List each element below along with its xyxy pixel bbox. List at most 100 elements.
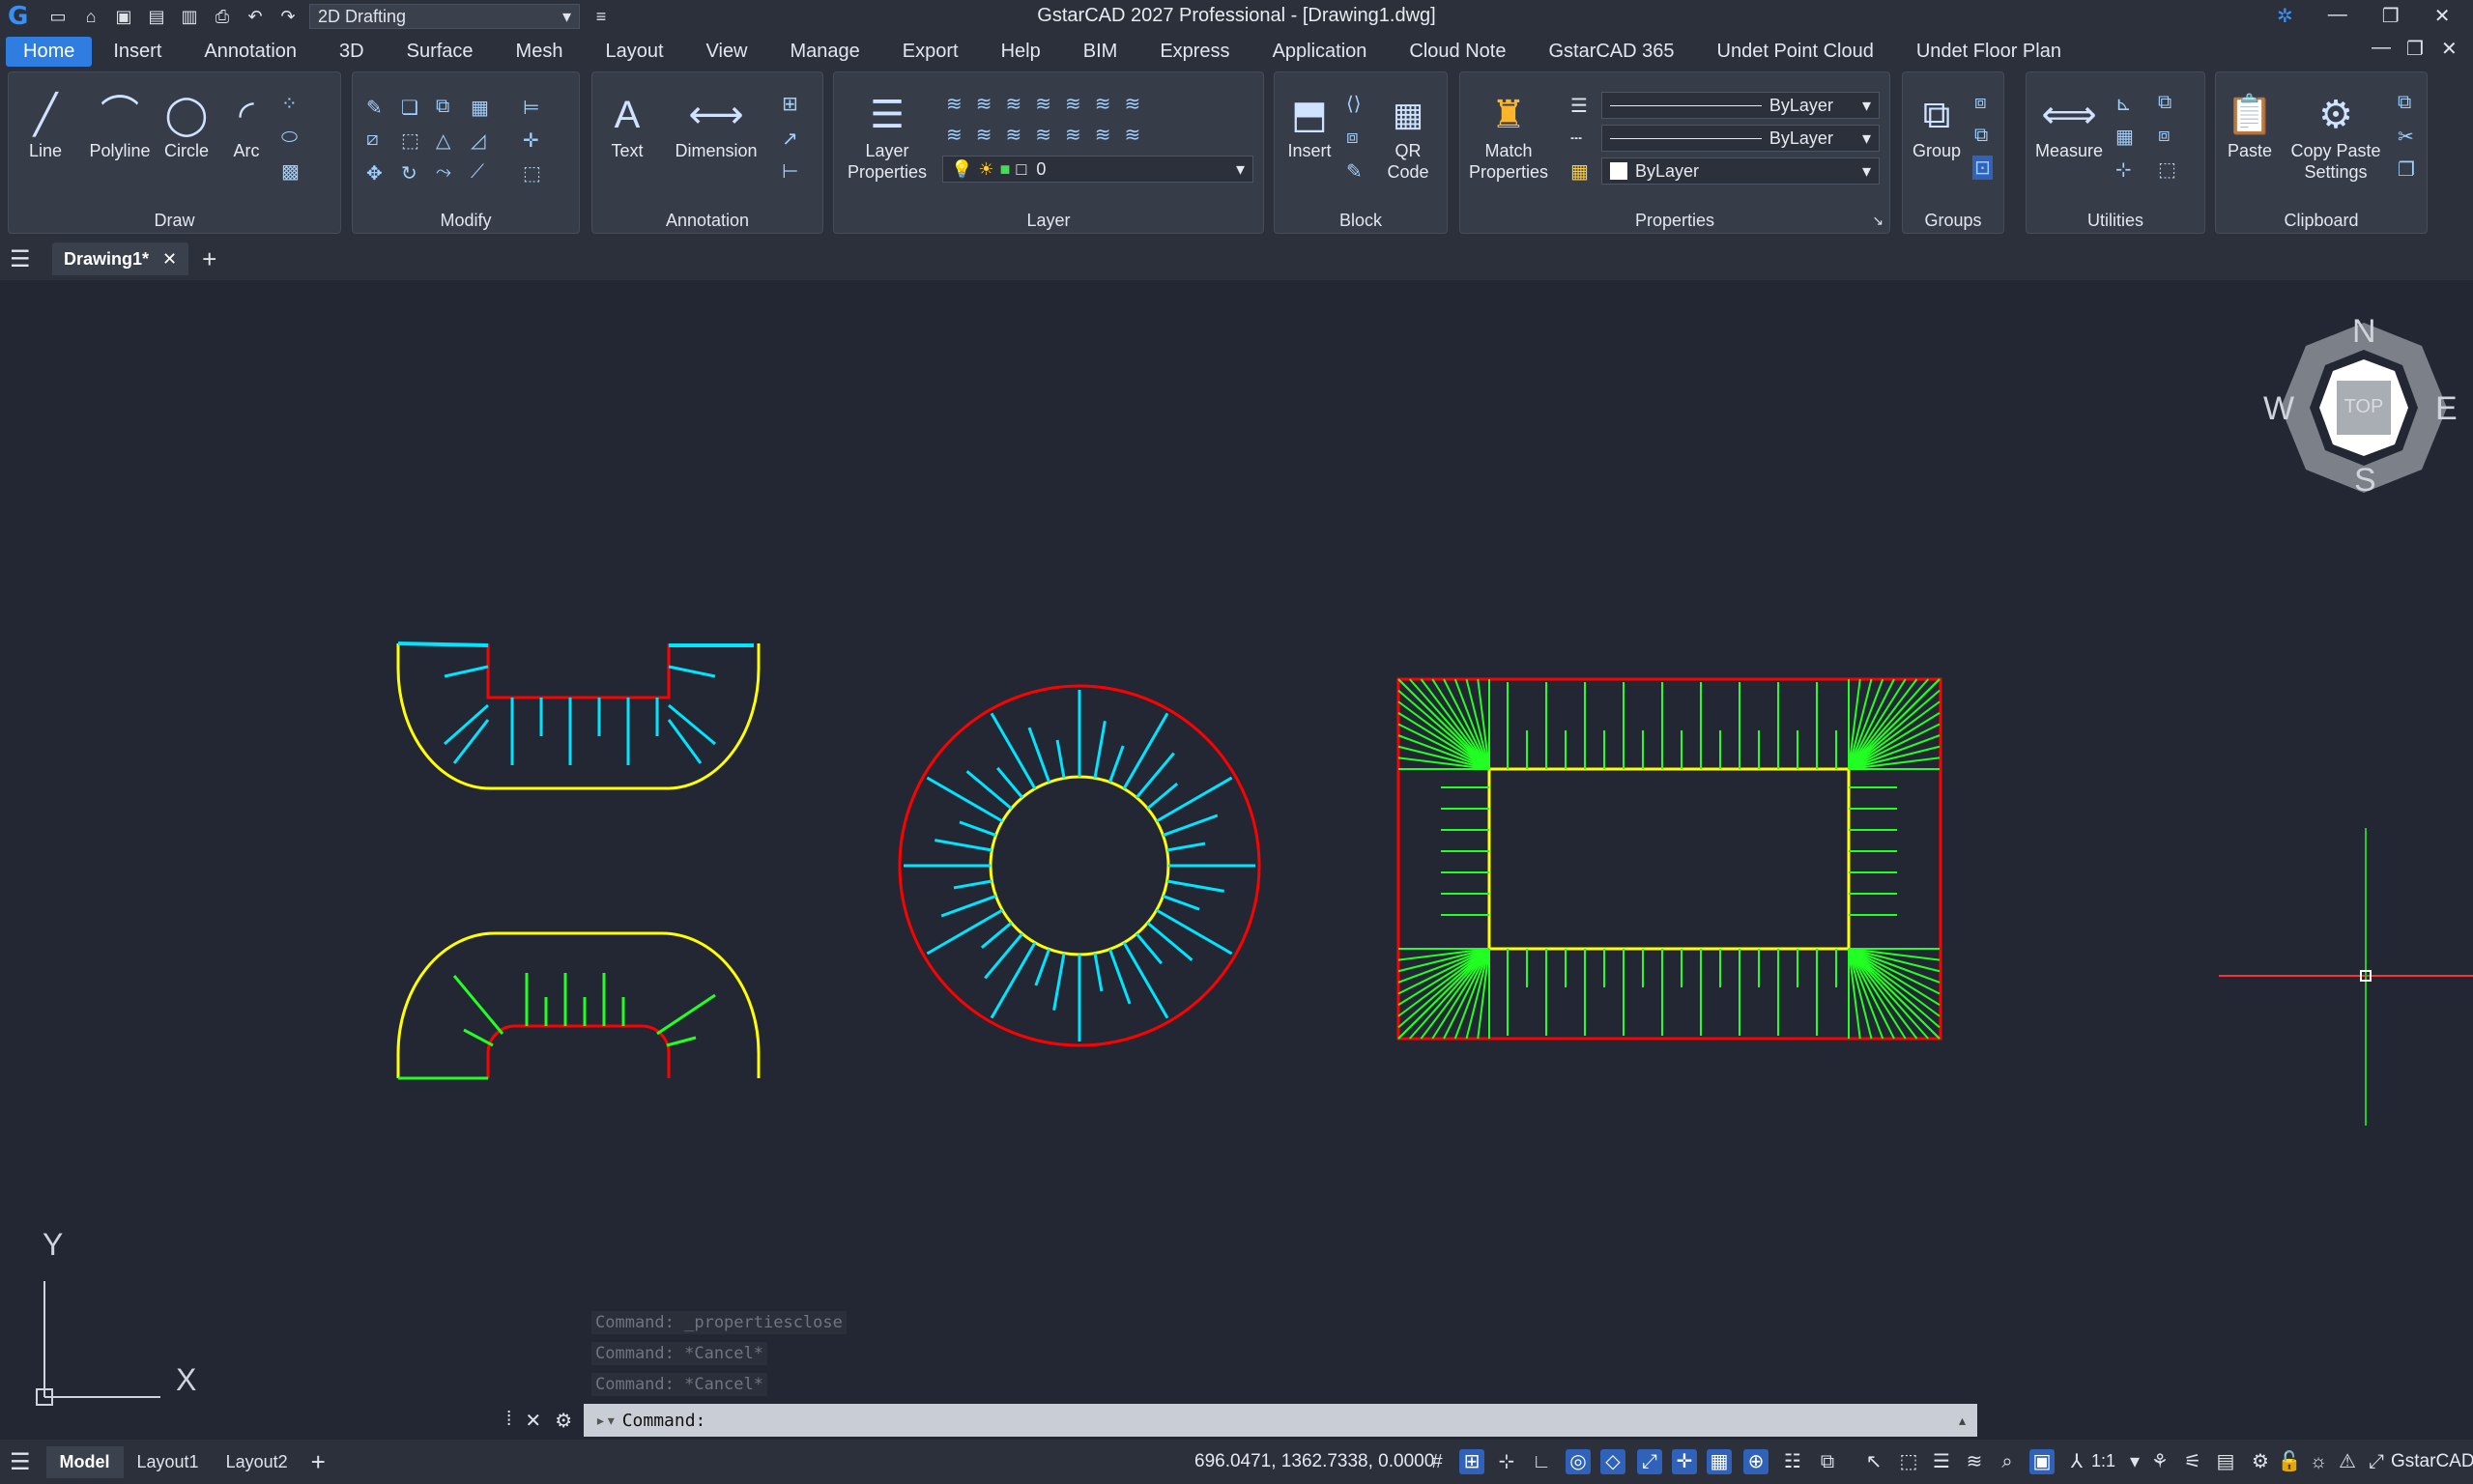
layer-manager-icon[interactable]: ≋ (1962, 1449, 1987, 1474)
annotation-panel-title[interactable]: Annotation (592, 211, 822, 231)
chevron-up-icon[interactable]: ▴ (1957, 1411, 1968, 1431)
calculator-icon[interactable]: ▦ (2115, 125, 2134, 149)
array-icon[interactable]: ⧉ (436, 96, 449, 118)
clipboard-panel-title[interactable]: Clipboard (2216, 211, 2427, 231)
dimension-button[interactable]: ⟷ Dimension (668, 90, 764, 161)
ribbon-restore-icon[interactable]: ❐ (2406, 37, 2424, 61)
utilities-panel-title[interactable]: Utilities (2027, 211, 2204, 231)
qr-code-button[interactable]: ▦ QR Code (1377, 90, 1439, 183)
tab-export[interactable]: Export (881, 37, 980, 67)
close-icon[interactable]: ✕ (525, 1409, 541, 1433)
model-space-icon[interactable]: ▣ (2029, 1449, 2055, 1474)
clean-screen-icon[interactable]: ⤢ (2364, 1449, 2389, 1474)
gear-icon[interactable]: ⚙ (555, 1409, 572, 1433)
save-icon[interactable]: ▣ (112, 5, 135, 28)
move-icon[interactable]: ✥ (366, 161, 383, 186)
copy-icon[interactable]: ❏ (401, 96, 418, 120)
table-icon[interactable]: ⊞ (782, 92, 798, 116)
infer-constraints-icon[interactable]: ⊹ (1494, 1449, 1519, 1474)
3d-osnap-icon[interactable]: ↖ (1861, 1449, 1886, 1474)
select-all-icon[interactable]: ⬚ (2158, 157, 2176, 182)
close-icon[interactable]: ✕ (2434, 4, 2451, 28)
copy-icon[interactable]: ❐ (2398, 157, 2415, 182)
tab-bim[interactable]: BIM (1062, 37, 1139, 67)
ungroup-icon[interactable]: ⧈ (1974, 92, 1987, 114)
tab-layout[interactable]: Layout (584, 37, 684, 67)
text-button[interactable]: A Text (602, 90, 652, 161)
close-icon[interactable]: ✕ (162, 249, 177, 270)
grid-display-icon[interactable]: # (1424, 1449, 1450, 1474)
block-attribute-icon[interactable]: ⟨⟩ (1346, 92, 1362, 116)
annotation-sync-icon[interactable]: ⚟ (2180, 1449, 2205, 1474)
tab-undet-floor-plan[interactable]: Undet Floor Plan (1895, 37, 2083, 67)
stretch-icon[interactable]: ⬚ (401, 128, 419, 153)
align-icon[interactable]: ⊨ (523, 96, 539, 120)
tab-view[interactable]: View (685, 37, 769, 67)
viewcube-south[interactable]: S (2354, 462, 2376, 499)
explode-icon[interactable]: ✛ (523, 128, 539, 153)
layout-tab-layout1[interactable]: Layout1 (124, 1446, 213, 1478)
arc-button[interactable]: ◜ Arc (219, 90, 273, 161)
new-layout-icon[interactable]: + (311, 1447, 326, 1477)
annotation-visibility-icon[interactable]: ⅄ (2064, 1449, 2089, 1474)
autoscale-icon[interactable]: ⚘ (2147, 1449, 2172, 1474)
open-file-icon[interactable]: ⌂ (79, 5, 102, 28)
annotation-scale-select[interactable]: 1:1 (2091, 1451, 2115, 1471)
command-input-box[interactable]: ▸▾ Command: ▴ (584, 1404, 1977, 1437)
layer-properties-button[interactable]: ☰ Layer Properties (844, 90, 931, 183)
ortho-mode-icon[interactable]: ∟ (1529, 1449, 1554, 1474)
linetype-select[interactable]: ByLayer ▾ (1601, 92, 1880, 119)
tab-manage[interactable]: Manage (769, 37, 881, 67)
transparency-icon[interactable]: ☷ (1780, 1449, 1805, 1474)
layer-select[interactable]: 💡 ☀ ■ □ 0 ▾ (942, 156, 1253, 183)
copy-paste-settings-button[interactable]: ⚙ Copy Paste Settings (2286, 90, 2386, 183)
drawing-canvas[interactable]: N S E W TOP Y X (0, 280, 2473, 1436)
rotate-icon[interactable]: ↻ (401, 161, 417, 186)
undo-icon[interactable]: ↶ (244, 5, 267, 28)
tab-mesh[interactable]: Mesh (495, 37, 585, 67)
offset-icon[interactable]: ⧄ (366, 128, 379, 151)
layout-tab-model[interactable]: Model (45, 1445, 124, 1478)
lineweight-display-icon[interactable]: ⊕ (1743, 1449, 1768, 1474)
quick-properties-icon[interactable]: ☰ (1929, 1449, 1954, 1474)
block-create-icon[interactable]: ⧈ (1346, 127, 1359, 149)
new-file-icon[interactable]: ▭ (46, 5, 70, 28)
polyline-button[interactable]: ⌒ Polyline (78, 90, 161, 161)
new-tab-icon[interactable]: + (202, 244, 216, 274)
layer-tools-row1-icon[interactable]: ≋≋≋≋≋≋≋ (946, 92, 1154, 116)
save-as-icon[interactable]: ▤ (145, 5, 168, 28)
color-select[interactable]: ByLayer ▾ (1601, 157, 1880, 185)
dynamic-input-icon[interactable]: ▦ (1707, 1449, 1732, 1474)
app-logo-icon[interactable]: G (8, 4, 37, 29)
rectangle-frame-shape[interactable] (1396, 677, 1942, 1041)
mirror-icon[interactable]: △ (436, 128, 450, 153)
properties-panel-title[interactable]: Properties (1460, 211, 1889, 231)
arch-shape-bottom[interactable] (396, 931, 761, 1080)
save-all-icon[interactable]: ▥ (178, 5, 201, 28)
lock-ui-icon[interactable]: 🔓 (2277, 1449, 2302, 1474)
layout-tab-layout2[interactable]: Layout2 (213, 1446, 302, 1478)
ribbon-close-icon[interactable]: ✕ (2441, 37, 2458, 61)
tab-gstarcad-365[interactable]: GstarCAD 365 (1527, 37, 1695, 67)
dynamic-ucs-icon[interactable]: ⬚ (1896, 1449, 1921, 1474)
layer-panel-title[interactable]: Layer (834, 211, 1263, 231)
id-point-icon[interactable]: ⊹ (2115, 157, 2132, 182)
measure-button[interactable]: ⟺ Measure (2030, 90, 2108, 161)
viewcube-east[interactable]: E (2435, 390, 2458, 428)
viewcube-north[interactable]: N (2352, 313, 2376, 351)
dim-linear-icon[interactable]: ⊢ (782, 159, 798, 184)
chevron-down-icon[interactable]: ▾ (2122, 1449, 2147, 1474)
hamburger-menu-icon[interactable]: ☰ (10, 1448, 31, 1476)
u-shape-top[interactable] (396, 642, 761, 790)
leader-icon[interactable]: ↗ (782, 127, 798, 151)
snap-mode-icon[interactable]: ⊞ (1459, 1449, 1484, 1474)
minimize-icon[interactable]: — (2328, 4, 2347, 28)
ring-shape[interactable] (898, 684, 1261, 1047)
extend-icon[interactable]: ⟋ (471, 161, 484, 184)
viewcube[interactable]: N S E W TOP (2263, 313, 2458, 499)
tab-undet-point-cloud[interactable]: Undet Point Cloud (1696, 37, 1895, 67)
object-snap-icon[interactable]: ✛ (1672, 1449, 1697, 1474)
trim-icon[interactable]: ⤳ (436, 161, 451, 184)
help-sparkle-icon[interactable]: ✲ (2277, 4, 2293, 28)
quick-select-icon[interactable]: ⧈ (2158, 125, 2171, 147)
